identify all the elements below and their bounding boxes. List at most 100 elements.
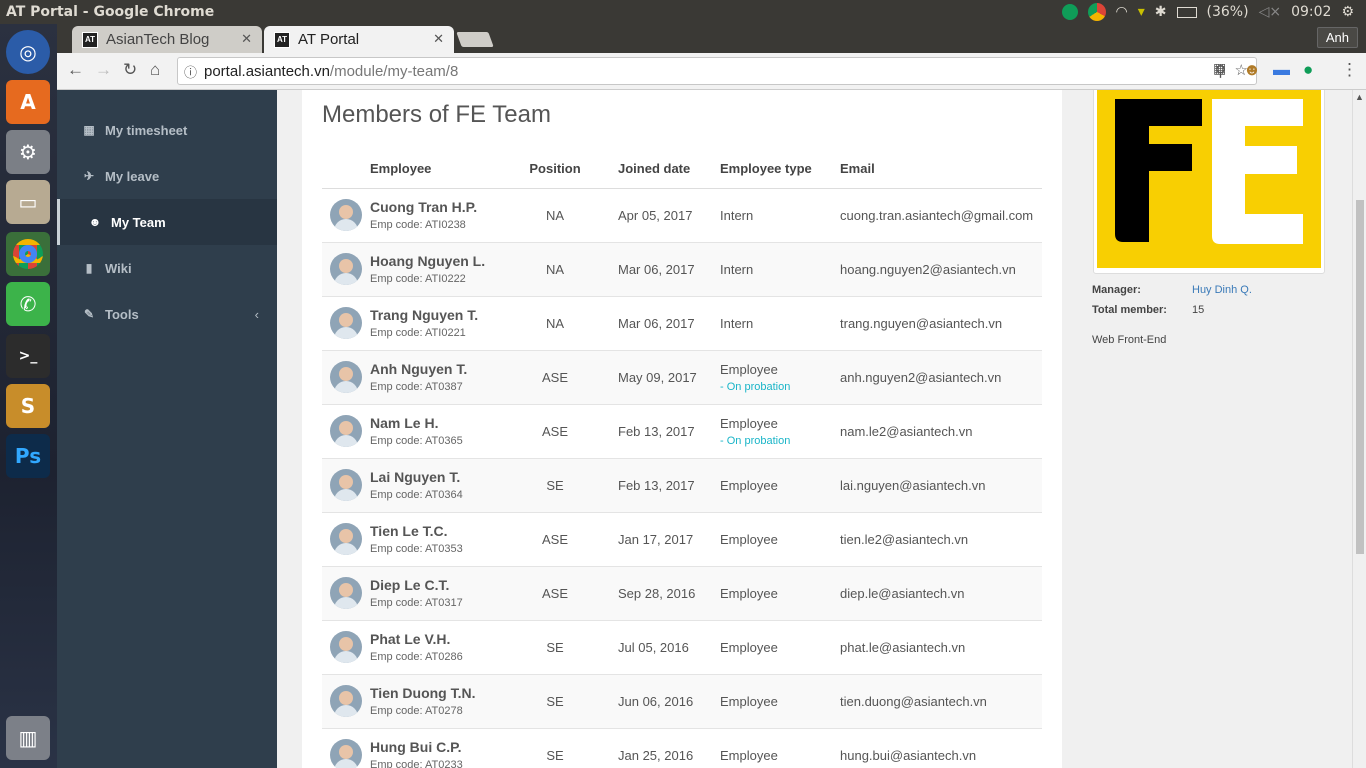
hangouts-extension-icon[interactable]: ● xyxy=(1303,60,1313,80)
table-row: Trang Nguyen T. Emp code: ATI0221 NA Mar 06… xyxy=(322,296,1042,351)
employee-name[interactable]: Tien Duong T.N. xyxy=(370,685,510,701)
sidebar-item-my-team[interactable]: ☻ My Team xyxy=(57,199,277,245)
app-indicator-icon[interactable]: ▾ xyxy=(1138,4,1145,20)
file-cabinet-icon[interactable]: ▭ xyxy=(6,180,50,224)
employee-name[interactable]: Nam Le H. xyxy=(370,415,510,431)
wifi-icon[interactable]: ◠ xyxy=(1116,4,1128,20)
browser-toolbar: ← → ↻ ⌂ ⓘ portal.asiantech.vn/module/my-… xyxy=(57,53,1366,90)
tab-asiantech-blog[interactable]: AT AsianTech Blog ✕ xyxy=(72,26,262,53)
reload-icon[interactable]: ↻ xyxy=(123,60,137,80)
close-tab-icon[interactable]: ✕ xyxy=(241,31,252,47)
employee-type: Intern xyxy=(720,315,754,331)
info-icon[interactable]: ⓘ xyxy=(184,62,197,81)
employee-name[interactable]: Hoang Nguyen L. xyxy=(370,253,510,269)
team-description: Web Front-End xyxy=(1092,334,1167,346)
column-header-email: Email xyxy=(840,150,1042,189)
employee-type: Employee xyxy=(720,693,778,709)
new-tab-button[interactable] xyxy=(456,32,494,47)
employee-code: Emp code: ATI0221 xyxy=(370,327,466,339)
employee-name[interactable]: Lai Nguyen T. xyxy=(370,469,510,485)
employee-name[interactable]: Tien Le T.C. xyxy=(370,523,510,539)
employee-type-cell: Employee xyxy=(720,512,840,567)
sidebar-item-label: Tools xyxy=(105,306,139,322)
fe-logo-graphic xyxy=(1115,99,1303,244)
chrome-launcher-icon[interactable] xyxy=(6,232,50,276)
employee-cell: Tien Le T.C. Emp code: AT0353 xyxy=(370,512,510,567)
trash-icon[interactable]: ▥ xyxy=(6,716,50,760)
employee-name[interactable]: Diep Le C.T. xyxy=(370,577,510,593)
employee-name[interactable]: Phat Le V.H. xyxy=(370,631,510,647)
avatar[interactable] xyxy=(330,199,362,231)
email-cell: cuong.tran.asiantech@gmail.com xyxy=(840,188,1042,243)
tab-at-portal[interactable]: AT AT Portal ✕ xyxy=(264,26,454,53)
employee-type: Employee xyxy=(720,477,778,493)
photoshop-icon[interactable]: Ps xyxy=(6,434,50,478)
manager-link[interactable]: Huy Dinh Q. xyxy=(1192,284,1252,296)
back-arrow-icon[interactable]: ← xyxy=(67,60,84,80)
employee-cell: Cuong Tran H.P. Emp code: ATI0238 xyxy=(370,188,510,243)
forward-arrow-icon[interactable]: → xyxy=(95,60,112,80)
avatar[interactable] xyxy=(330,577,362,609)
avatar[interactable] xyxy=(330,739,362,768)
joined-date-cell: Feb 13, 2017 xyxy=(600,404,720,459)
avatar-cell xyxy=(322,188,370,243)
employee-type-cell: Employee xyxy=(720,674,840,729)
avatar[interactable] xyxy=(330,361,362,393)
table-row: Diep Le C.T. Emp code: AT0317 ASE Sep 28, 2… xyxy=(322,566,1042,621)
employee-name[interactable]: Anh Nguyen T. xyxy=(370,361,510,377)
email-cell: hung.bui@asiantech.vn xyxy=(840,728,1042,768)
address-bar[interactable]: ⓘ portal.asiantech.vn/module/my-team/8 ⚲… xyxy=(177,57,1257,85)
avatar[interactable] xyxy=(330,307,362,339)
volume-muted-icon[interactable]: ◁× xyxy=(1259,4,1282,20)
employee-name[interactable]: Cuong Tran H.P. xyxy=(370,199,510,215)
bluetooth-icon[interactable]: ✱ xyxy=(1155,4,1167,20)
joined-date-cell: Jan 17, 2017 xyxy=(600,512,720,567)
manager-label: Manager: xyxy=(1092,284,1141,296)
chrome-tray-icon[interactable] xyxy=(1087,3,1106,21)
system-settings-icon[interactable]: ⚙ xyxy=(6,130,50,174)
close-tab-icon[interactable]: ✕ xyxy=(433,31,444,47)
position-cell: ASE xyxy=(510,566,600,621)
sidebar-item-wiki[interactable]: ▮ Wiki xyxy=(57,245,277,291)
joined-date-cell: Mar 06, 2017 xyxy=(600,242,720,297)
scrollbar-thumb[interactable] xyxy=(1356,200,1364,554)
software-center-icon[interactable]: A xyxy=(6,80,50,124)
page-scrollbar[interactable]: ▲ xyxy=(1352,90,1366,768)
employee-code: Emp code: AT0278 xyxy=(370,705,463,717)
avatar[interactable] xyxy=(330,685,362,717)
hangouts-tray-icon[interactable] xyxy=(1061,4,1078,20)
avatar[interactable] xyxy=(330,469,362,501)
sidebar-item-label: My leave xyxy=(105,168,160,184)
sidebar-item-my-leave[interactable]: ✈ My leave xyxy=(57,153,277,199)
joined-date-cell: Feb 13, 2017 xyxy=(600,458,720,513)
settings-gear-icon[interactable]: ⚙ xyxy=(1341,4,1354,20)
page-title: Members of FE Team xyxy=(322,101,551,128)
avatar[interactable] xyxy=(330,415,362,447)
employee-type-cell: Intern xyxy=(720,242,840,297)
sidebar-item-tools[interactable]: ✎ Tools ‹ xyxy=(57,291,277,337)
whatsapp-icon[interactable]: ✆ xyxy=(6,282,50,326)
scroll-up-arrow-icon[interactable]: ▲ xyxy=(1355,92,1364,102)
terminal-icon[interactable]: >_ xyxy=(6,334,50,378)
avatar[interactable] xyxy=(330,253,362,285)
qr-extension-icon[interactable]: ▦ xyxy=(1213,60,1226,77)
sublime-text-icon[interactable]: S xyxy=(6,384,50,428)
employee-name[interactable]: Trang Nguyen T. xyxy=(370,307,510,323)
employee-type: Employee xyxy=(720,415,778,431)
home-icon[interactable]: ⌂ xyxy=(150,60,160,80)
employee-code: Emp code: AT0233 xyxy=(370,759,463,768)
employee-type-cell: Employee xyxy=(720,566,840,621)
employee-code: Emp code: ATI0238 xyxy=(370,219,466,231)
employee-name[interactable]: Hung Bui C.P. xyxy=(370,739,510,755)
cast-extension-icon[interactable]: ▬ xyxy=(1273,60,1290,80)
face-extension-icon[interactable]: ☻ xyxy=(1243,60,1261,80)
employee-code: Emp code: AT0317 xyxy=(370,597,463,609)
chrome-menu-icon[interactable]: ⋮ xyxy=(1341,60,1358,80)
avatar[interactable] xyxy=(330,631,362,663)
ubuntu-dash-icon[interactable]: ◎ xyxy=(6,30,50,74)
battery-icon[interactable] xyxy=(1176,6,1197,18)
clock[interactable]: 09:02 xyxy=(1291,4,1331,20)
sidebar-item-my-timesheet[interactable]: ▦ My timesheet xyxy=(57,107,277,153)
profile-button[interactable]: Anh xyxy=(1316,27,1358,48)
avatar[interactable] xyxy=(330,523,362,555)
